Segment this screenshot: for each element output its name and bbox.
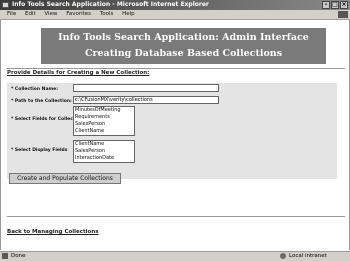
page-icon <box>2 253 8 259</box>
menu-tools[interactable]: Tools <box>100 11 114 17</box>
display-fields-label: * Select Display Fields <box>11 148 68 153</box>
fields-listbox[interactable]: MinutesOfMeeting Requirements SalesPerso… <box>73 106 135 136</box>
ie-icon <box>2 2 9 8</box>
path-input[interactable]: c:\CFusionMX\verity\collections <box>73 96 219 104</box>
header-title: Info Tools Search Application: Admin Int… <box>58 32 309 43</box>
divider-top <box>7 68 345 69</box>
display-option[interactable]: ClientName <box>74 141 134 148</box>
display-option[interactable]: InteractionDate <box>74 155 134 162</box>
zone-text: Local intranet <box>289 253 327 259</box>
maximize-button[interactable]: □ <box>331 1 339 9</box>
collection-name-input[interactable] <box>73 84 219 92</box>
collection-form: * Collection Name: * Path to the Collect… <box>7 83 337 179</box>
status-text: Done <box>11 253 26 259</box>
intranet-icon <box>280 253 286 259</box>
status-bar: Done Local intranet <box>0 251 350 261</box>
display-fields-listbox[interactable]: ClientName SalesPerson InteractionDate <box>73 140 135 163</box>
menu-edit[interactable]: Edit <box>25 11 36 17</box>
header-subtitle: Creating Database Based Collections <box>84 48 283 59</box>
collection-name-label: * Collection Name: <box>11 87 59 92</box>
window-title: Info Tools Search Application - Microsof… <box>12 1 209 8</box>
close-button[interactable]: × <box>340 1 348 9</box>
window-title-bar: Info Tools Search Application - Microsof… <box>0 0 350 10</box>
menu-file[interactable]: File <box>7 11 16 17</box>
fields-option[interactable]: SalesPerson <box>74 121 134 128</box>
page-content: Info Tools Search Application: Admin Int… <box>0 20 350 250</box>
display-option[interactable]: SalesPerson <box>74 148 134 155</box>
back-to-managing-link[interactable]: Back to Managing Collections <box>7 229 99 235</box>
fields-option[interactable]: Requirements <box>74 114 134 121</box>
fields-option[interactable]: ClientName <box>74 128 134 135</box>
page-header: Info Tools Search Application: Admin Int… <box>41 28 326 64</box>
menu-view[interactable]: View <box>44 11 57 17</box>
menu-bar: File Edit View Favorites Tools Help <box>0 10 350 20</box>
minimize-button[interactable]: – <box>322 1 330 9</box>
divider-bottom <box>7 216 345 217</box>
menu-favorites[interactable]: Favorites <box>66 11 91 17</box>
create-collections-button[interactable]: Create and Populate Collections <box>9 173 121 184</box>
windows-logo-icon <box>338 11 348 18</box>
menu-help[interactable]: Help <box>122 11 135 17</box>
fields-option[interactable]: MinutesOfMeeting <box>74 107 134 114</box>
path-label: * Path to the Collection: <box>11 99 72 104</box>
section-title: Provide Details for Creating a New Colle… <box>7 70 150 76</box>
